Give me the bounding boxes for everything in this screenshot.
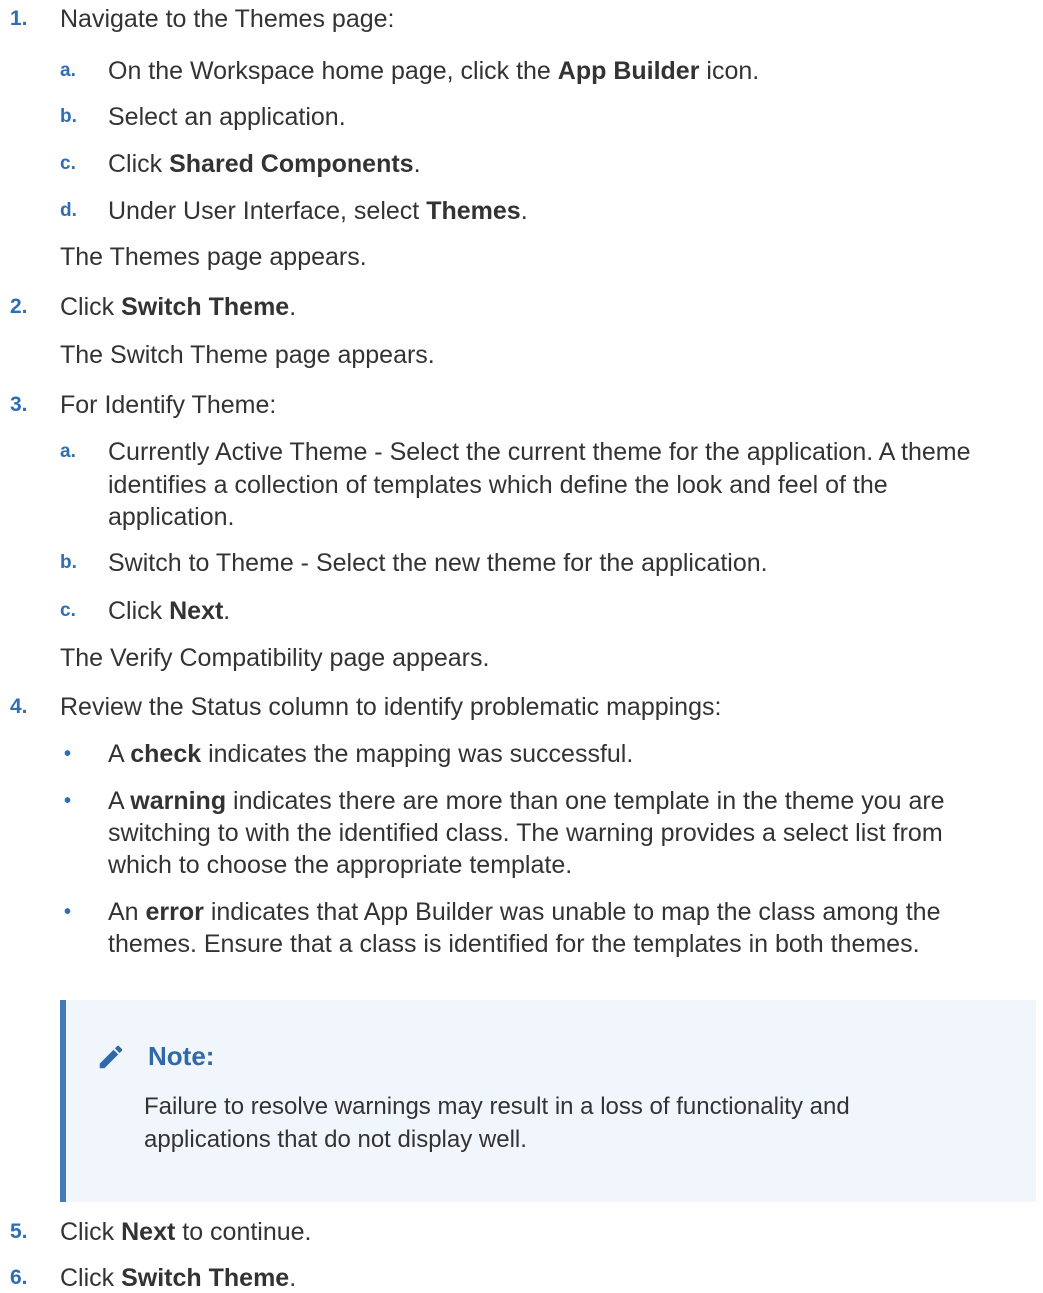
ui-term: Next (121, 1218, 176, 1246)
note-text-line-2: applications that do not display well. (144, 1126, 527, 1153)
bullet-warning: • A warning indicates there are more tha… (0, 786, 1043, 816)
bullet-text: themes. Ensure that a class is identifie… (108, 930, 920, 958)
substep-3a-line-3: application. (0, 502, 1043, 532)
step-number: 2. (10, 295, 28, 318)
step-text: For Identify Theme: (60, 391, 277, 419)
bullet-text: which to choose the appropriate template… (108, 851, 573, 879)
bullet-text: A warning indicates there are more than … (108, 787, 945, 815)
ui-term: Themes (426, 197, 521, 225)
step-2-result: The Switch Theme page appears. (0, 340, 1043, 370)
step-text: Click Next to continue. (60, 1218, 312, 1246)
step-result: The Themes page appears. (60, 243, 367, 271)
bullet-marker: • (64, 901, 72, 923)
document-page: { "steps": [ { "number": "1.", "text": "… (0, 0, 1043, 1292)
substep-1a: a. On the Workspace home page, click the… (0, 56, 1043, 86)
status-term: warning (130, 787, 227, 815)
substep-text: Click Next. (108, 597, 231, 625)
substep-text: Click Shared Components. (108, 150, 421, 178)
step-5: 5. Click Next to continue. (0, 1217, 1043, 1247)
bullet-text: A check indicates the mapping was succes… (108, 740, 634, 768)
substep-3a: a. Currently Active Theme - Select the c… (0, 437, 1043, 467)
step-4: 4. Review the Status column to identify … (0, 692, 1043, 722)
bullet-warning-line-3: which to choose the appropriate template… (0, 850, 1043, 880)
substep-text: On the Workspace home page, click the Ap… (108, 57, 760, 85)
bullet-warning-line-2: switching to with the identified class. … (0, 818, 1043, 848)
substep-letter: a. (60, 441, 76, 462)
step-3-result: The Verify Compatibility page appears. (0, 643, 1043, 673)
substep-1c: c. Click Shared Components. (0, 149, 1043, 179)
ui-term: App Builder (557, 57, 700, 85)
bullet-marker: • (64, 743, 72, 765)
status-term: check (130, 740, 202, 768)
status-term: error (145, 898, 204, 926)
substep-3a-line-2: identifies a collection of templates whi… (0, 470, 1043, 500)
step-result: The Verify Compatibility page appears. (60, 644, 490, 672)
bullet-check: • A check indicates the mapping was succ… (0, 739, 1043, 769)
substep-letter: a. (60, 60, 76, 81)
ui-term: Switch Theme (121, 293, 290, 321)
substep-letter: d. (60, 200, 77, 221)
substep-text: Currently Active Theme - Select the curr… (108, 438, 971, 466)
step-text: Click Switch Theme. (60, 1264, 297, 1292)
step-number: 3. (10, 393, 28, 416)
step-text: Navigate to the Themes page: (60, 5, 395, 33)
substep-letter: b. (60, 552, 77, 573)
step-6: 6. Click Switch Theme. (0, 1263, 1043, 1293)
substep-text: Switch to Theme - Select the new theme f… (108, 549, 768, 577)
ui-term: Next (169, 597, 224, 625)
step-text: Click Switch Theme. (60, 293, 297, 321)
ui-term: Shared Components (169, 150, 414, 178)
step-number: 6. (10, 1266, 28, 1289)
substep-text: application. (108, 503, 235, 531)
step-2: 2. Click Switch Theme. (0, 292, 1043, 322)
substep-text: Under User Interface, select Themes. (108, 197, 528, 225)
step-1-result: The Themes page appears. (0, 242, 1043, 272)
substep-letter: c. (60, 153, 76, 174)
step-1: 1. Navigate to the Themes page: (0, 4, 1043, 34)
bullet-marker: • (64, 790, 72, 812)
step-number: 1. (10, 7, 28, 30)
bullet-error-line-2: themes. Ensure that a class is identifie… (0, 929, 1043, 959)
substep-1d: d. Under User Interface, select Themes. (0, 196, 1043, 226)
note-callout: Note: Failure to resolve warnings may re… (60, 1000, 1036, 1202)
substep-3b: b. Switch to Theme - Select the new them… (0, 548, 1043, 578)
substep-letter: c. (60, 600, 76, 621)
step-result: The Switch Theme page appears. (60, 341, 435, 369)
note-text-line-1: Failure to resolve warnings may result i… (144, 1093, 850, 1120)
bullet-error: • An error indicates that App Builder wa… (0, 897, 1043, 927)
pencil-icon (99, 1045, 123, 1069)
bullet-text: An error indicates that App Builder was … (108, 898, 941, 926)
step-3: 3. For Identify Theme: (0, 390, 1043, 420)
step-number: 4. (10, 695, 28, 718)
note-title: Note: (148, 1041, 215, 1071)
step-number: 5. (10, 1220, 28, 1243)
substep-1b: b. Select an application. (0, 102, 1043, 132)
substep-text: Select an application. (108, 103, 346, 131)
bullet-text: switching to with the identified class. … (108, 819, 943, 847)
substep-text: identifies a collection of templates whi… (108, 471, 888, 499)
step-text: Review the Status column to identify pro… (60, 693, 722, 721)
substep-3c: c. Click Next. (0, 596, 1043, 626)
substep-letter: b. (60, 106, 77, 127)
